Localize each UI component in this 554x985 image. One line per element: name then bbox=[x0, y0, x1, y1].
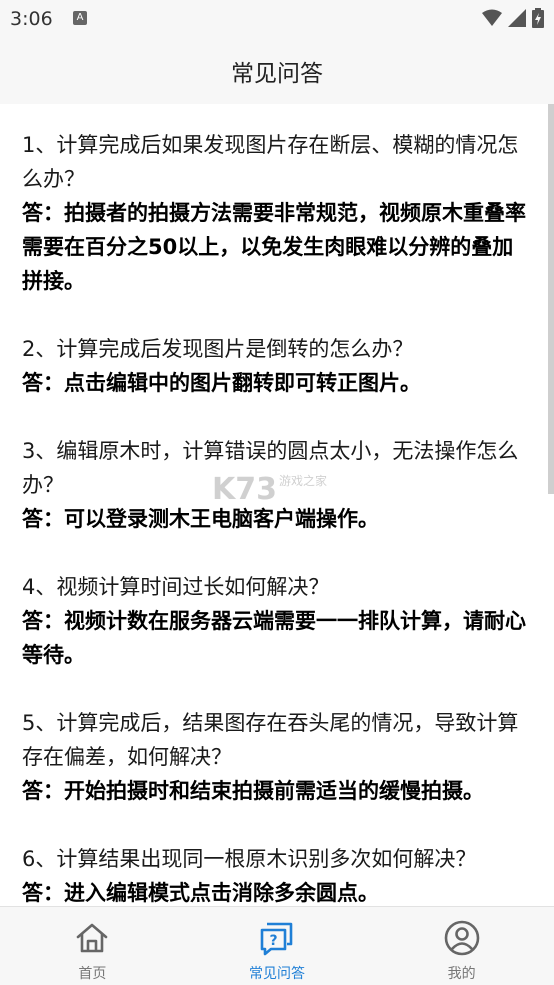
faq-item: 1、计算完成后如果发现图片存在断层、模糊的情况怎么办？ 答：拍摄者的拍摄方法需要… bbox=[22, 128, 532, 298]
status-bar: 3:06 A bbox=[0, 0, 554, 38]
faq-answer: 答：拍摄者的拍摄方法需要非常规范，视频原木重叠率需要在百分之50以上，以免发生肉… bbox=[22, 201, 526, 293]
faq-question: 2、计算完成后发现图片是倒转的怎么办？ bbox=[22, 337, 414, 361]
faq-item: 2、计算完成后发现图片是倒转的怎么办？ 答：点击编辑中的图片翻转即可转正图片。 bbox=[22, 332, 532, 400]
bottom-nav: 首页 ? 常见问答 我的 bbox=[0, 906, 554, 985]
faq-question: 1、计算完成后如果发现图片存在断层、模糊的情况怎么办？ bbox=[22, 133, 519, 191]
nav-label-home: 首页 bbox=[78, 966, 107, 982]
wifi-icon bbox=[482, 9, 502, 26]
faq-answer: 答：视频计数在服务器云端需要一一排队计算，请耐心等待。 bbox=[22, 609, 526, 667]
watermark-logo: K73 游戏之家 bbox=[212, 472, 342, 512]
battery-icon bbox=[532, 8, 544, 28]
nav-label-faq: 常见问答 bbox=[249, 966, 305, 982]
signal-icon bbox=[508, 9, 526, 27]
watermark-main: K73 bbox=[212, 472, 277, 507]
status-time: 3:06 bbox=[10, 8, 53, 30]
faq-answer: 答：开始拍摄时和结束拍摄前需适当的缓慢拍摄。 bbox=[22, 779, 484, 803]
app-bar: 常见问答 bbox=[0, 38, 554, 104]
faq-item: 5、计算完成后，结果图存在吞头尾的情况，导致计算存在偏差，如何解决？ 答：开始拍… bbox=[22, 706, 532, 808]
nav-item-profile[interactable]: 我的 bbox=[369, 907, 554, 985]
svg-text:?: ? bbox=[269, 933, 277, 949]
faq-item: 6、计算结果出现同一根原木识别多次如何解决？ 答：进入编辑模式点击消除多余圆点。 bbox=[22, 842, 532, 906]
nav-item-faq[interactable]: ? 常见问答 bbox=[185, 907, 370, 985]
nav-item-home[interactable]: 首页 bbox=[0, 907, 185, 985]
faq-answer: 答：进入编辑模式点击消除多余圆点。 bbox=[22, 881, 379, 905]
faq-question: 5、计算完成后，结果图存在吞头尾的情况，导致计算存在偏差，如何解决？ bbox=[22, 711, 519, 769]
faq-question: 4、视频计算时间过长如何解决？ bbox=[22, 575, 330, 599]
watermark-sub: 游戏之家 bbox=[279, 474, 328, 488]
nav-label-profile: 我的 bbox=[447, 966, 476, 982]
notification-a-icon: A bbox=[73, 11, 87, 25]
home-icon bbox=[77, 923, 108, 953]
faq-item: 4、视频计算时间过长如何解决？ 答：视频计数在服务器云端需要一一排队计算，请耐心… bbox=[22, 570, 532, 672]
faq-answer: 答：点击编辑中的图片翻转即可转正图片。 bbox=[22, 371, 421, 395]
scrollbar[interactable] bbox=[548, 104, 554, 494]
profile-icon bbox=[444, 920, 479, 956]
status-icons bbox=[482, 8, 544, 28]
faq-question: 6、计算结果出现同一根原木识别多次如何解决？ bbox=[22, 847, 477, 871]
page-title: 常见问答 bbox=[231, 61, 323, 87]
faq-icon: ? bbox=[260, 922, 293, 956]
